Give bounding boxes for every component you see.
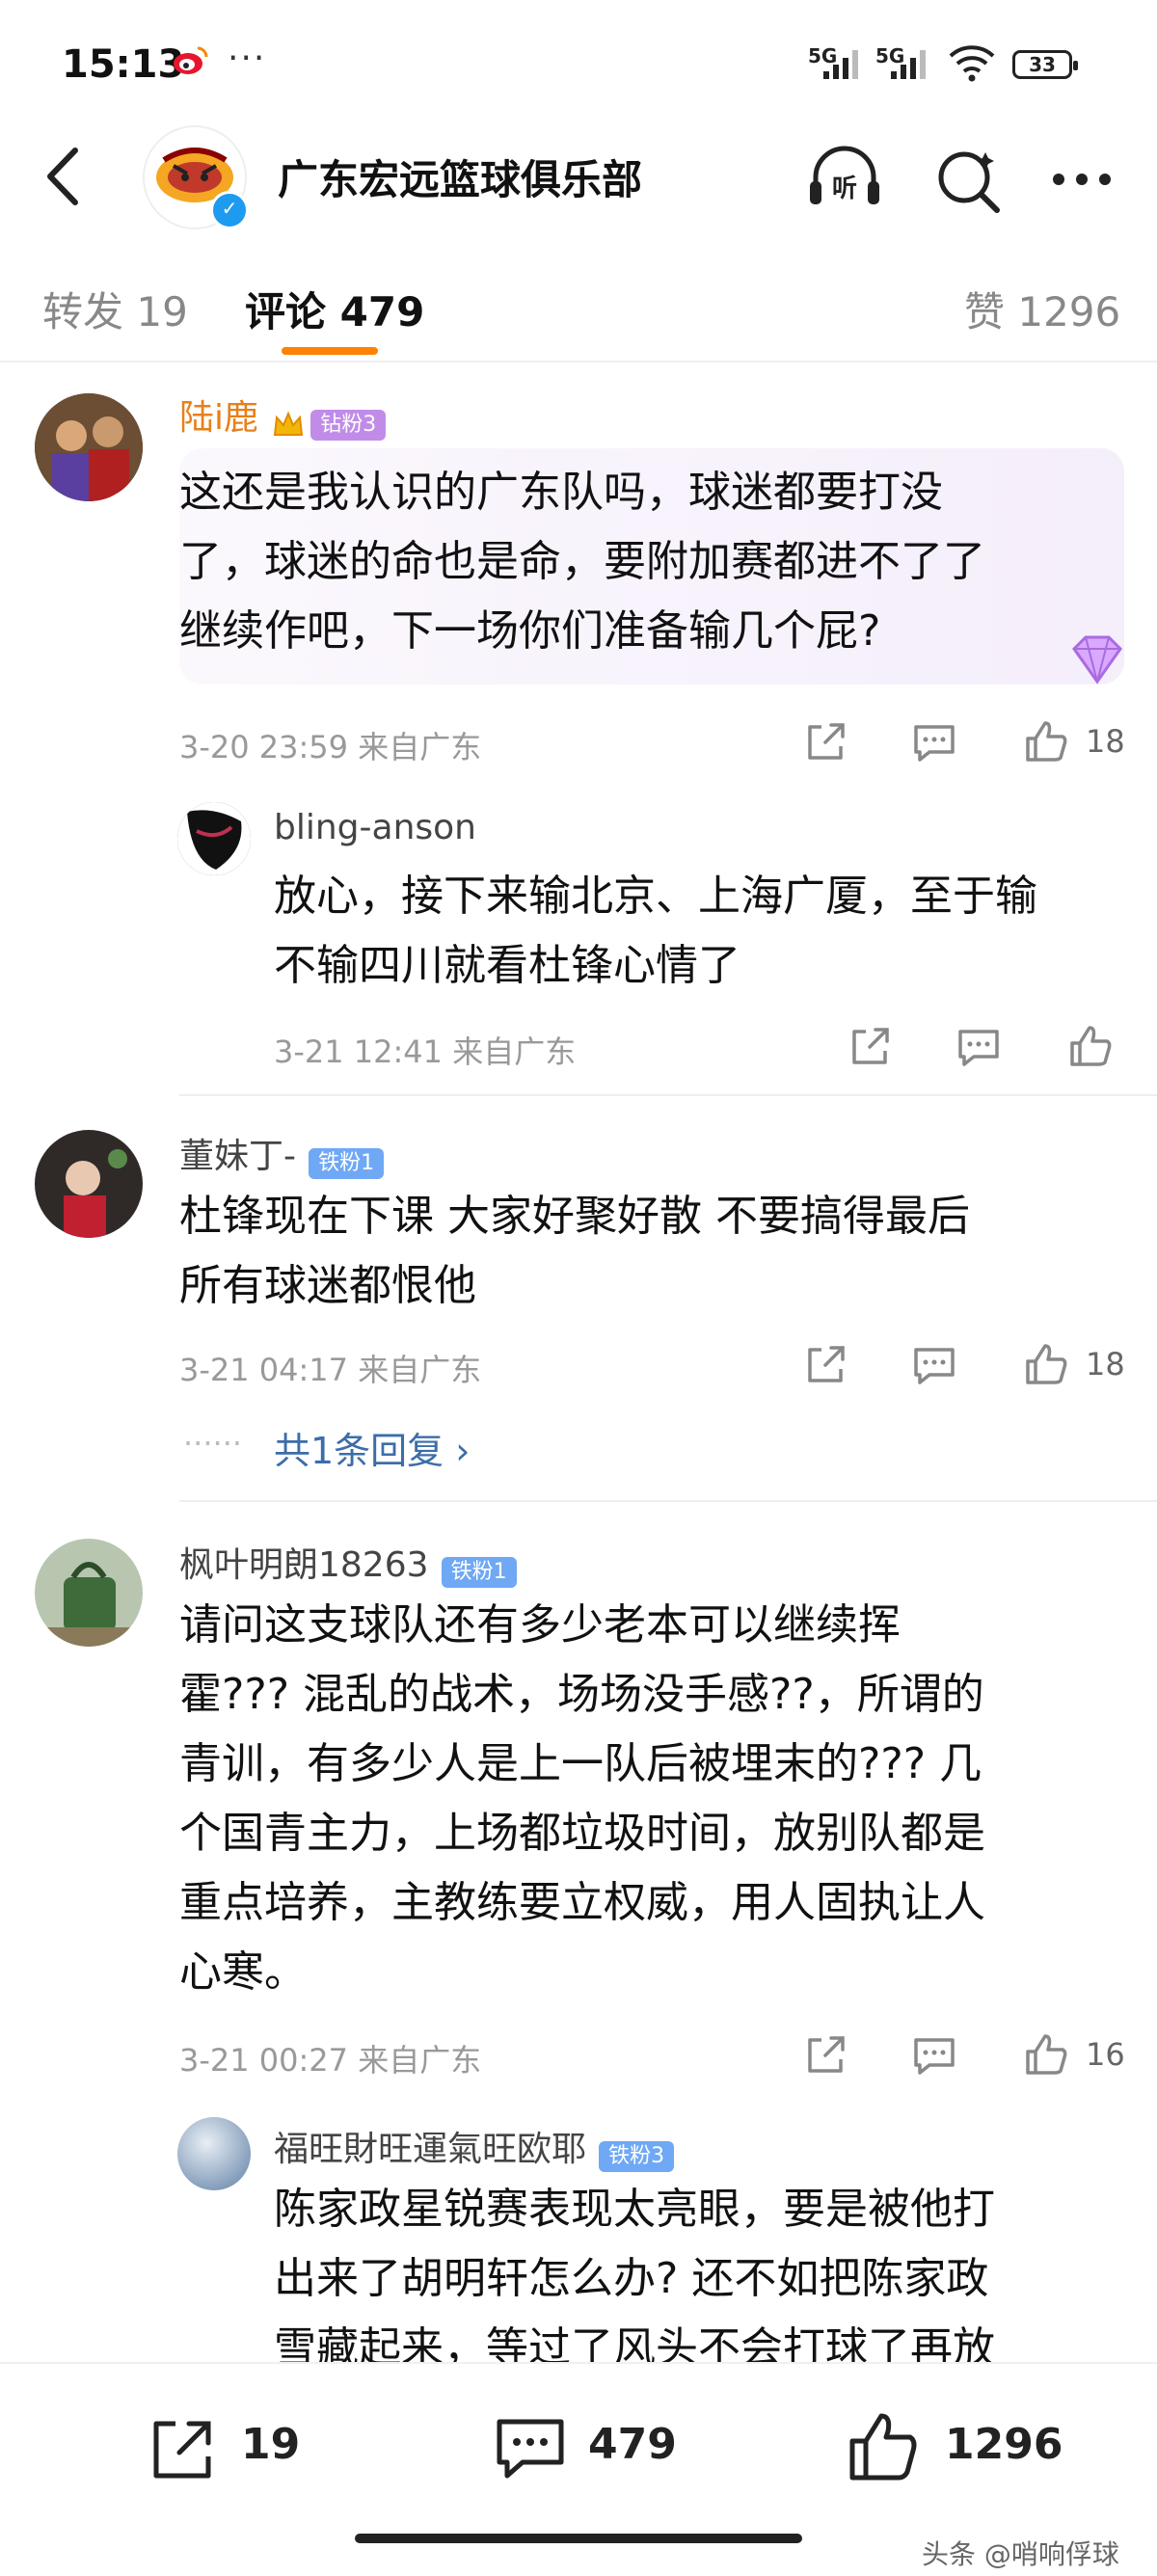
reply-header: 福旺財旺運氣旺欧耶 铁粉3 — [274, 2121, 675, 2172]
comment-meta: 3-21 00:27 来自广东 — [179, 2042, 482, 2079]
like-count: 18 — [1086, 1346, 1125, 1382]
avatar[interactable] — [177, 802, 251, 875]
reply-username[interactable]: 福旺財旺運氣旺欧耶 — [274, 2130, 586, 2169]
user-photo-icon — [35, 1130, 143, 1238]
weibo-icon — [174, 46, 208, 74]
comment-username[interactable]: 枫叶明朗18263 — [179, 1545, 429, 1585]
user-photo-icon — [177, 802, 251, 875]
comment-line: 霍??? 混乱的战术，场场没手感??，所谓的 — [179, 1670, 984, 1719]
reply-line: 不输四川就看杜锋心情了 — [274, 941, 740, 990]
battery-indicator: 33 — [1012, 50, 1078, 79]
svg-text:听: 听 — [832, 174, 857, 203]
signal-bars-icon-2 — [891, 50, 926, 79]
comment-text: 杜锋现在下课 大家好聚好散 不要搞得最后 所有球迷都恨他 — [179, 1182, 1134, 1321]
avatar[interactable] — [177, 2117, 251, 2190]
comment-line: 青训，有多少人是上一队后被埋末的??? 几 — [179, 1739, 982, 1788]
repost-count[interactable]: 19 — [241, 2420, 300, 2469]
wifi-icon — [949, 45, 995, 82]
reply-icon[interactable] — [910, 717, 958, 765]
watermark-text: 头条 @哨响俘球 — [922, 2538, 1119, 2570]
avatar[interactable] — [35, 393, 143, 501]
page-title: 广东宏远篮球俱乐部 — [278, 156, 643, 203]
comment-meta: 3-20 23:59 来自广东 — [179, 729, 482, 765]
tab-reposts[interactable]: 转发 19 — [42, 280, 188, 338]
more-replies-dots: ······ — [183, 1425, 243, 1462]
more-options-icon[interactable] — [1043, 143, 1120, 216]
tab-likes[interactable]: 赞 1296 — [964, 280, 1120, 338]
comment-text: 请问这支球队还有多少老本可以继续挥 霍??? 混乱的战术，场场没手感??，所谓的… — [179, 1591, 1134, 2007]
listen-icon[interactable]: 听 — [806, 143, 883, 216]
diamond-decoration-icon — [1072, 635, 1122, 684]
comment-line: 重点培养，主教练要立权威，用人固执让人 — [179, 1878, 985, 1927]
like-count: 16 — [1086, 2036, 1125, 2073]
comment-username[interactable]: 陆i鹿 — [179, 398, 258, 438]
comment-line: 心寒。 — [179, 1947, 307, 1997]
user-photo-icon — [35, 1539, 143, 1647]
comment-icon[interactable] — [492, 2412, 569, 2485]
avatar[interactable] — [35, 1130, 143, 1238]
like-count: 18 — [1086, 723, 1125, 760]
share-icon[interactable] — [802, 717, 850, 765]
status-bar: 15:13 ··· 5G 5G 33 — [0, 0, 1157, 125]
comment-line: 所有球迷都恨他 — [179, 1261, 476, 1310]
comment-line: 请问这支球队还有多少老本可以继续挥 — [179, 1600, 901, 1650]
tab-bar: 转发 19 评论 479 赞 1296 — [0, 241, 1157, 362]
reply-icon[interactable] — [910, 1340, 958, 1388]
share-icon[interactable] — [847, 1022, 895, 1070]
comment-header: 陆i鹿 钻粉3 — [179, 389, 387, 443]
like-icon[interactable] — [1022, 717, 1070, 765]
divider — [179, 1500, 1157, 1502]
back-icon[interactable] — [37, 143, 94, 210]
repost-icon[interactable] — [147, 2412, 220, 2485]
user-photo-icon — [35, 393, 143, 501]
comment-line: 这还是我认识的广东队吗，球迷都要打没 — [179, 468, 943, 517]
like-icon[interactable] — [1066, 1022, 1115, 1070]
signal-bars-icon — [823, 50, 858, 79]
reply-meta: 3-21 12:41 来自广东 — [274, 1033, 577, 1070]
like-count-total[interactable]: 1296 — [945, 2420, 1063, 2469]
fan-level-badge: 铁粉1 — [309, 1147, 385, 1179]
view-more-replies-link[interactable]: 共1条回复 › — [274, 1421, 470, 1474]
comment-line: 了，球迷的命也是命，要附加赛都进不了了 — [179, 537, 985, 586]
comment-line: 继续作吧，下一场你们准备输几个屁? — [179, 606, 881, 656]
like-icon[interactable] — [845, 2408, 922, 2485]
status-more-icon: ··· — [228, 39, 267, 78]
reply-text: 放心，接下来输北京、上海广厦，至于输 不输四川就看杜锋心情了 — [274, 862, 1142, 1001]
comment-meta: 3-21 04:17 来自广东 — [179, 1352, 482, 1388]
reply-line: 出来了胡明轩怎么办? 还不如把陈家政 — [274, 2254, 989, 2303]
verified-badge-icon: ✓ — [210, 191, 249, 229]
reply-line: 放心，接下来输北京、上海广厦，至于输 — [274, 872, 1037, 921]
fan-level-badge: 铁粉1 — [441, 1556, 517, 1588]
user-photo-icon — [177, 2117, 251, 2190]
comment-header: 枫叶明朗18263 铁粉1 — [179, 1537, 517, 1588]
fan-level-badge: 铁粉3 — [599, 2140, 675, 2172]
avatar[interactable] — [35, 1539, 143, 1647]
comment-text: 这还是我认识的广东队吗，球迷都要打没 了，球迷的命也是命，要附加赛都进不了了 继… — [179, 458, 1124, 666]
comment-header: 董妹丁- 铁粉1 — [179, 1128, 385, 1179]
crown-icon — [271, 408, 306, 443]
tab-comments[interactable]: 评论 479 — [245, 280, 424, 338]
like-icon[interactable] — [1022, 1340, 1070, 1388]
comment-count[interactable]: 479 — [588, 2420, 677, 2469]
reply-line: 陈家政星锐赛表现太亮眼，要是被他打 — [274, 2185, 995, 2234]
reply-icon[interactable] — [910, 2030, 958, 2079]
comment-line: 个国青主力，上场都垃圾时间，放别队都是 — [179, 1809, 985, 1858]
comment-username[interactable]: 董妹丁- — [179, 1137, 296, 1176]
active-tab-indicator — [282, 347, 378, 355]
reply-icon[interactable] — [955, 1022, 1003, 1070]
like-icon[interactable] — [1022, 2030, 1070, 2079]
fan-level-badge: 钻粉3 — [310, 409, 387, 441]
search-icon[interactable] — [929, 143, 1007, 216]
divider — [179, 1094, 1157, 1096]
comment-line: 杜锋现在下课 大家好聚好散 不要搞得最后 — [179, 1192, 970, 1241]
home-indicator[interactable] — [355, 2534, 802, 2543]
reply-text: 陈家政星锐赛表现太亮眼，要是被他打 出来了胡明轩怎么办? 还不如把陈家政 雪藏起… — [274, 2175, 1142, 2383]
share-icon[interactable] — [802, 2030, 850, 2079]
status-time: 15:13 — [62, 42, 185, 87]
share-icon[interactable] — [802, 1340, 850, 1388]
reply-username[interactable]: bling-anson — [274, 808, 476, 847]
